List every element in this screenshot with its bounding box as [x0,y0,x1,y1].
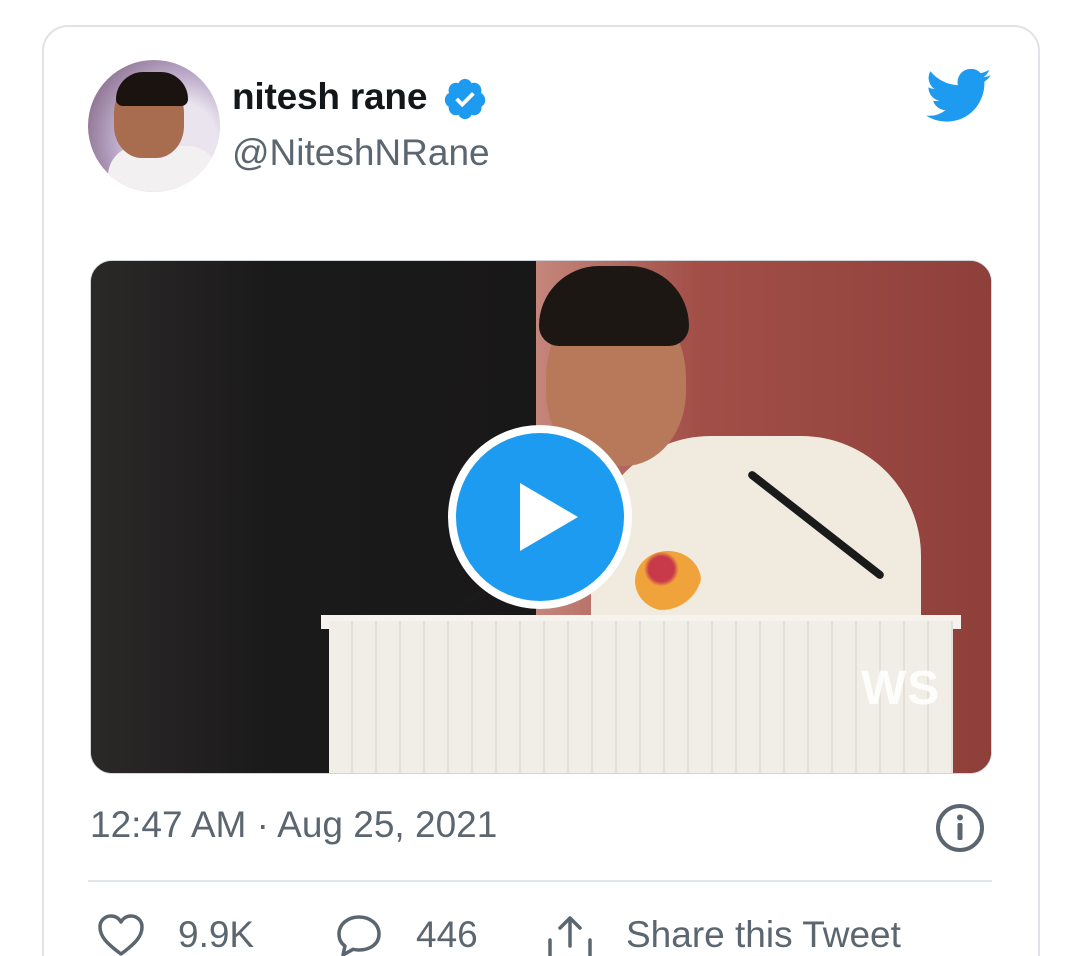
share-action[interactable]: Share this Tweet [546,912,901,956]
reply-icon[interactable] [334,912,384,956]
flower-decoration [635,551,701,611]
share-label: Share this Tweet [626,914,901,955]
play-button-circle [456,433,624,601]
avatar-hair [116,72,188,106]
author-handle[interactable]: @NiteshNRane [232,132,490,174]
video-watermark: WS [861,662,941,715]
heart-icon[interactable] [96,912,146,956]
twitter-bird-icon[interactable] [926,68,992,124]
like-count: 9.9K [178,914,255,955]
reply-count: 446 [416,914,478,955]
action-bar: 9.9K 446 Share this Tweet [96,912,996,956]
like-action[interactable]: 9.9K [96,912,254,956]
verified-badge-icon [444,78,486,120]
share-icon[interactable] [546,912,594,956]
author-name[interactable]: nitesh rane [232,76,427,118]
avatar[interactable] [88,60,220,192]
play-icon [520,483,578,551]
divider [88,880,992,882]
play-button[interactable] [448,425,632,609]
info-icon[interactable] [934,802,986,854]
tweet-timestamp[interactable]: 12:47 AM · Aug 25, 2021 [90,804,497,846]
podium [329,621,953,773]
reply-action[interactable]: 446 [334,912,478,956]
